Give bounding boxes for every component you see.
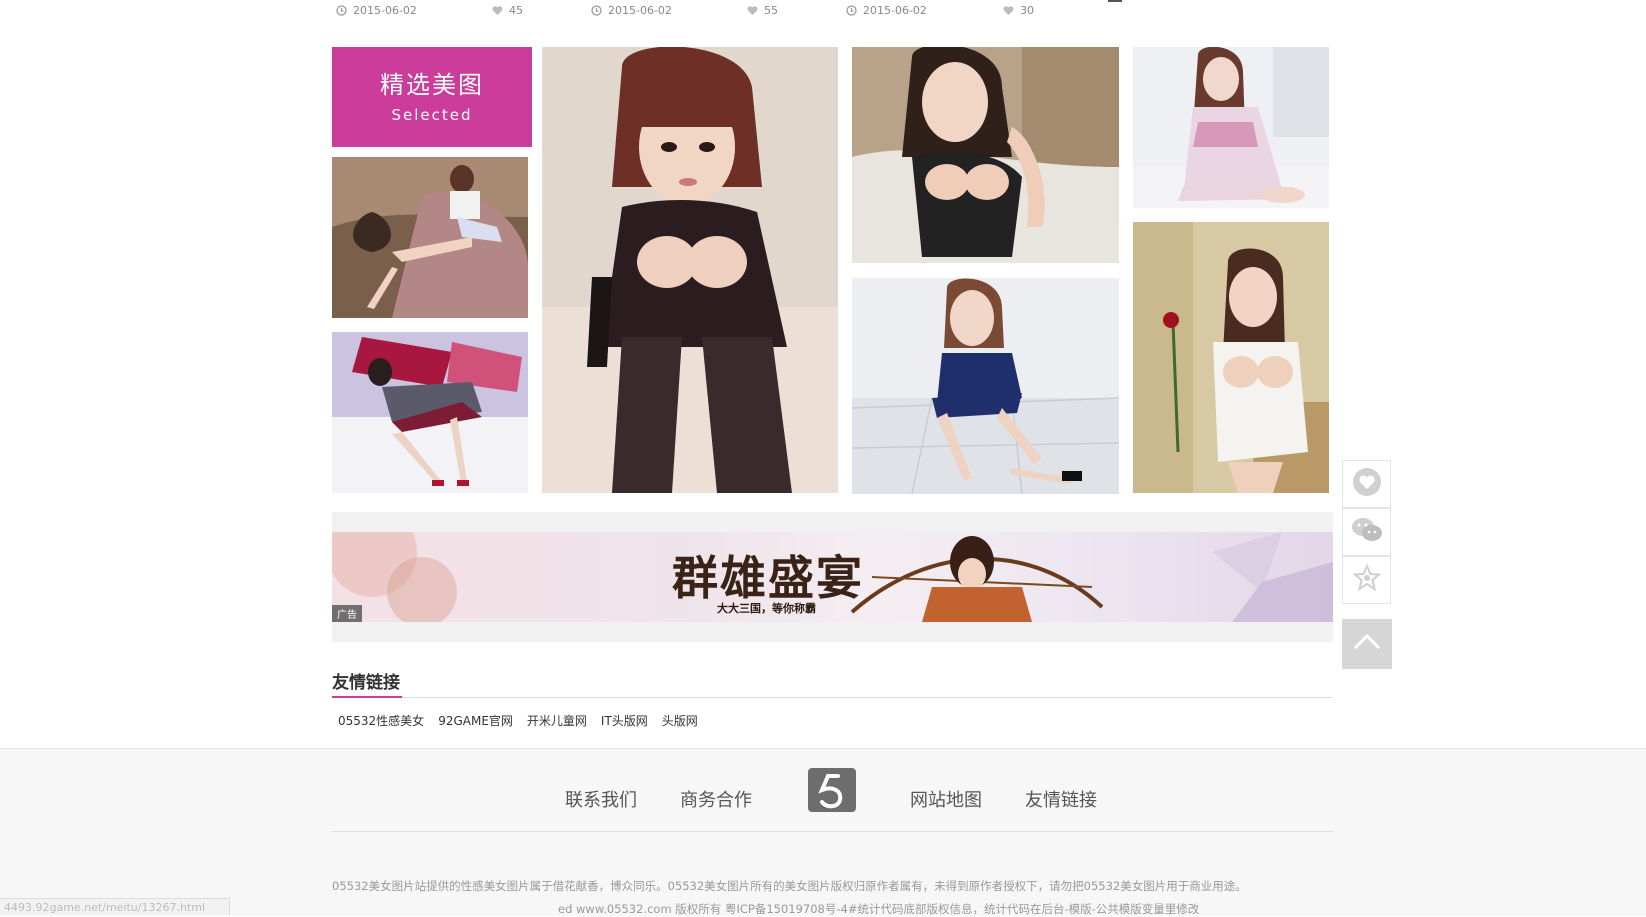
post-meta-3: 2015-06-02 xyxy=(846,4,927,17)
gallery-photo[interactable] xyxy=(1133,222,1329,493)
post-likes-3: 30 xyxy=(1003,4,1034,17)
post-like-count: 30 xyxy=(1020,4,1034,17)
star-icon xyxy=(1351,563,1382,597)
site-logo-icon[interactable] xyxy=(808,768,856,812)
clock-icon xyxy=(591,5,602,16)
selected-header: 精选美图 Selected xyxy=(332,47,532,147)
ad-subtitle: 大大三国，等你称霸 xyxy=(717,602,816,615)
favorite-button[interactable] xyxy=(1342,556,1391,604)
gallery-photo[interactable] xyxy=(542,46,838,493)
heart-icon xyxy=(492,5,503,16)
like-button[interactable] xyxy=(1342,460,1391,508)
post-likes-2: 55 xyxy=(747,4,778,17)
selected-title: 精选美图 xyxy=(380,71,484,99)
friend-link[interactable]: 92GAME官网 xyxy=(438,712,513,729)
post-likes-1: 45 xyxy=(492,4,523,17)
ad-title: 群雄盛宴 xyxy=(672,551,864,605)
post-like-count: 55 xyxy=(764,4,778,17)
title-underline xyxy=(332,696,402,698)
footer-link-friends[interactable]: 友情链接 xyxy=(1025,786,1097,812)
friend-link[interactable]: 05532性感美女 xyxy=(338,712,424,729)
footer-link-business[interactable]: 商务合作 xyxy=(680,786,752,812)
footer-link-contact[interactable]: 联系我们 xyxy=(565,786,637,812)
friend-links-list: 05532性感美女 92GAME官网 开米儿童网 IT头版网 头版网 xyxy=(338,712,698,729)
heart-icon xyxy=(1352,467,1382,501)
post-date: 2015-06-02 xyxy=(863,4,927,17)
heart-icon xyxy=(1003,5,1014,16)
footer-description: 05532美女图片站提供的性感美女图片属于借花献香，博众同乐。05532美女图片… xyxy=(332,879,1247,893)
footer-link-sitemap[interactable]: 网站地图 xyxy=(910,786,982,812)
post-date: 2015-06-02 xyxy=(608,4,672,17)
scroll-marker xyxy=(1108,0,1122,2)
clock-icon xyxy=(336,5,347,16)
friend-link[interactable]: 头版网 xyxy=(662,712,698,729)
post-meta-1: 2015-06-02 xyxy=(336,4,417,17)
gallery-photo[interactable] xyxy=(852,44,1119,263)
gallery-photo[interactable] xyxy=(1133,46,1329,208)
post-meta-2: 2015-06-02 xyxy=(591,4,672,17)
post-date: 2015-06-02 xyxy=(353,4,417,17)
clock-icon xyxy=(846,5,857,16)
friend-links-title: 友情链接 xyxy=(332,673,400,693)
ad-banner[interactable]: 群雄盛宴 大大三国，等你称霸 广告 xyxy=(332,532,1333,622)
gallery-photo[interactable] xyxy=(332,157,528,318)
back-to-top-button[interactable] xyxy=(1342,619,1392,669)
selected-subtitle: Selected xyxy=(391,106,473,124)
browser-status-url: 4493.92game.net/meitu/13267.html xyxy=(0,898,230,915)
chevron-up-icon xyxy=(1352,632,1382,656)
gallery-photo[interactable] xyxy=(332,332,528,493)
wechat-icon xyxy=(1351,516,1383,548)
wechat-button[interactable] xyxy=(1342,508,1391,556)
friend-link[interactable]: IT头版网 xyxy=(601,712,648,729)
ad-label: 广告 xyxy=(332,605,362,622)
heart-icon xyxy=(747,5,758,16)
divider xyxy=(332,697,1333,698)
footer-divider xyxy=(332,831,1333,832)
gallery-photo[interactable] xyxy=(851,278,1120,495)
post-like-count: 45 xyxy=(509,4,523,17)
friend-link[interactable]: 开米儿童网 xyxy=(527,712,587,729)
